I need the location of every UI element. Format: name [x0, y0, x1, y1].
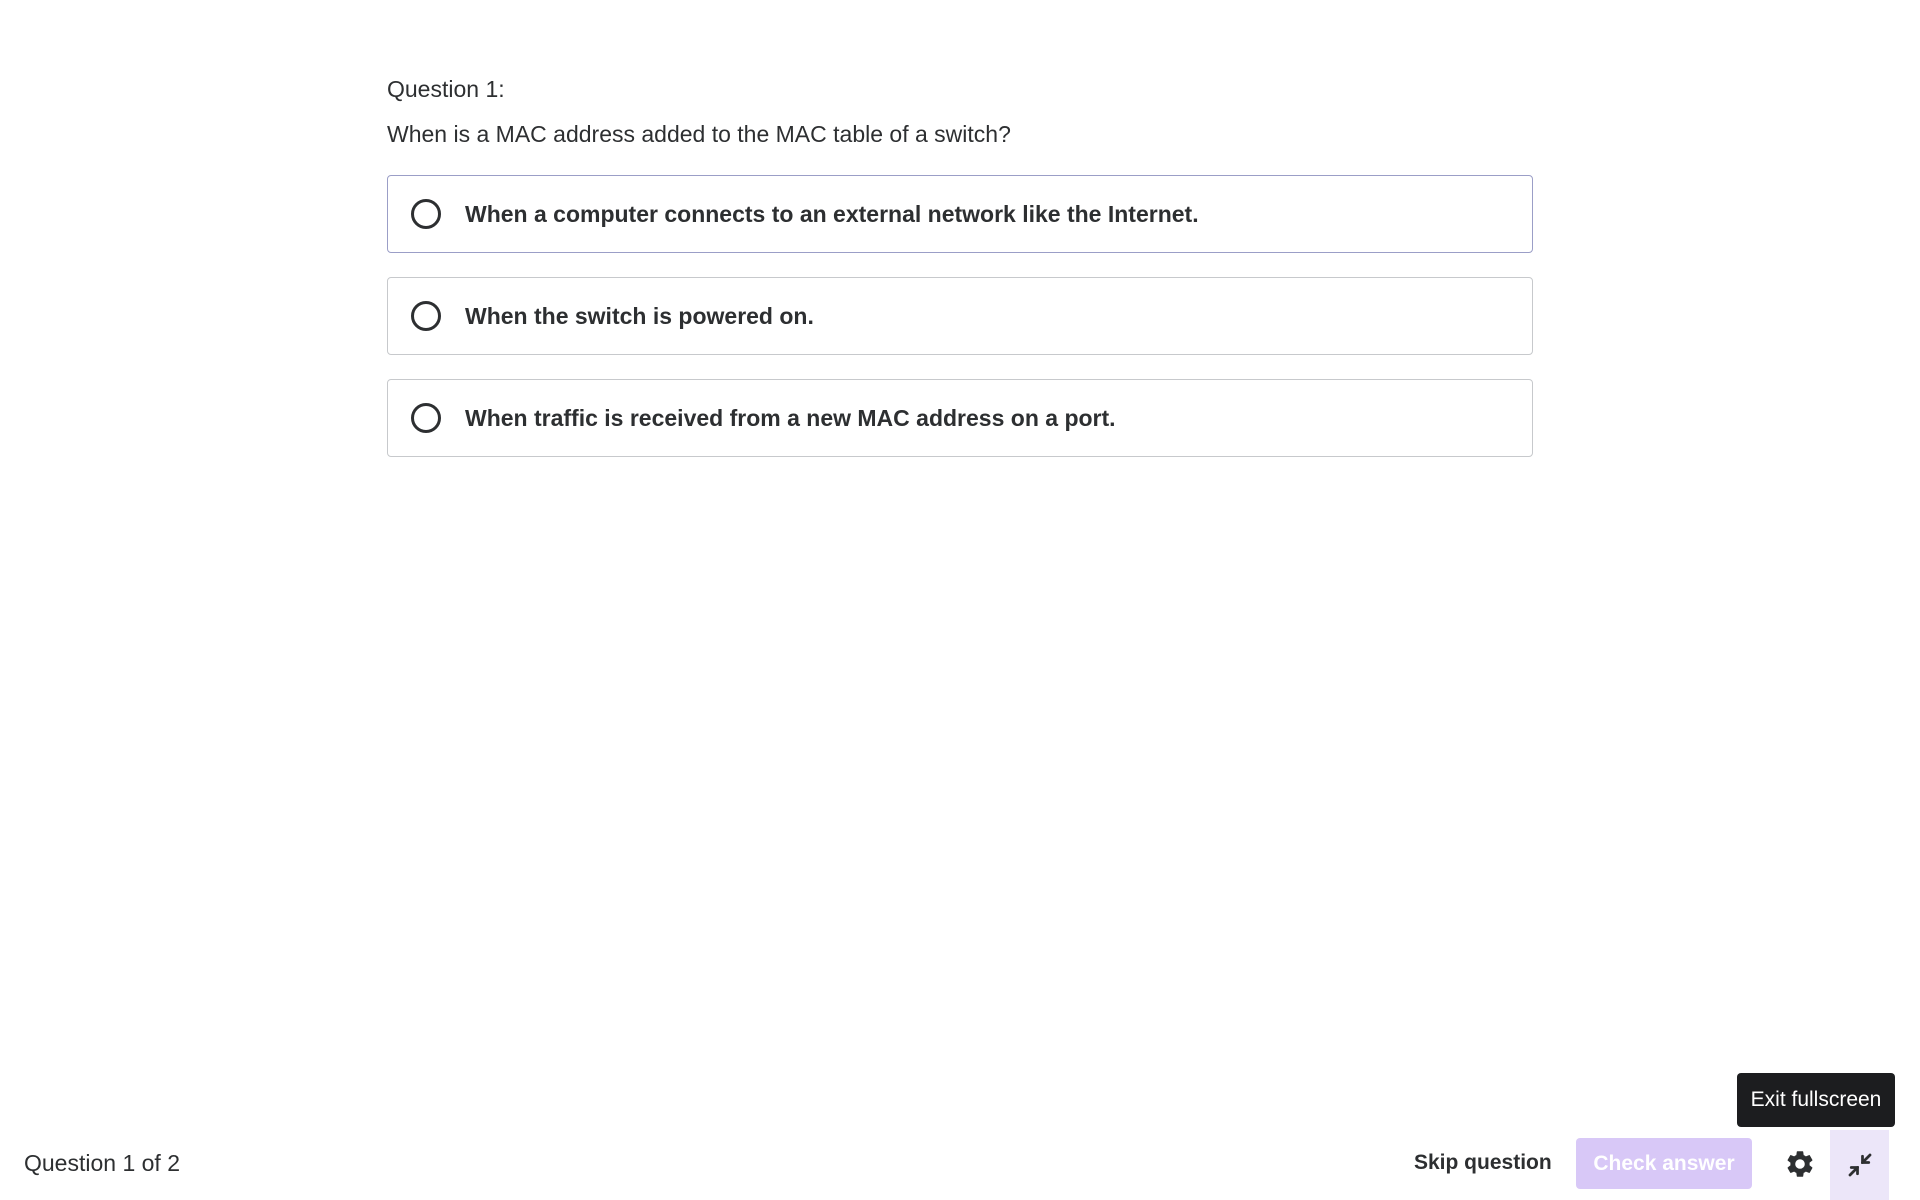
settings-button[interactable]: [1775, 1138, 1825, 1189]
answer-option-2[interactable]: When the switch is powered on.: [387, 277, 1533, 355]
question-progress: Question 1 of 2: [24, 1150, 180, 1176]
answer-option-label: When the switch is powered on.: [465, 302, 814, 329]
answer-option-label: When a computer connects to an external …: [465, 200, 1199, 227]
exit-fullscreen-icon: [1848, 1153, 1871, 1177]
skip-question-button[interactable]: Skip question: [1404, 1143, 1562, 1183]
radio-button[interactable]: [411, 403, 441, 433]
answer-options: When a computer connects to an external …: [387, 175, 1533, 457]
gear-icon: [1787, 1150, 1813, 1177]
quiz-page: Question 1: When is a MAC address added …: [0, 0, 1920, 1200]
check-answer-button[interactable]: Check answer: [1576, 1138, 1752, 1189]
question-number: Question 1:: [387, 76, 505, 102]
exit-fullscreen-tooltip: Exit fullscreen: [1737, 1073, 1895, 1127]
radio-button[interactable]: [411, 199, 441, 229]
question-prompt: When is a MAC address added to the MAC t…: [387, 121, 1011, 147]
exit-fullscreen-button[interactable]: [1830, 1130, 1889, 1200]
answer-option-3[interactable]: When traffic is received from a new MAC …: [387, 379, 1533, 457]
quiz-container: Question 1: When is a MAC address added …: [387, 74, 1533, 457]
answer-option-label: When traffic is received from a new MAC …: [465, 404, 1116, 431]
radio-button[interactable]: [411, 301, 441, 331]
answer-option-1[interactable]: When a computer connects to an external …: [387, 175, 1533, 253]
